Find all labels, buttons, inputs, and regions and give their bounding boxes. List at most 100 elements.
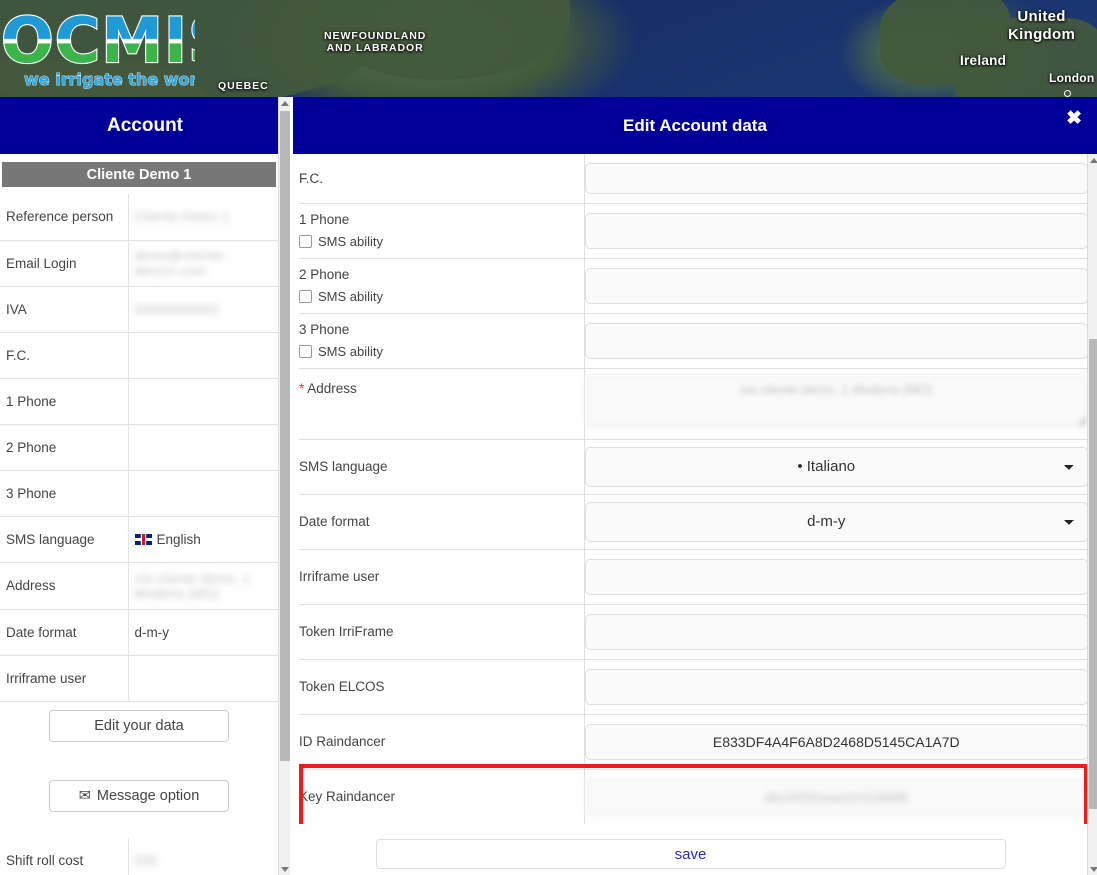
field-label: 3 Phone SMS ability: [299, 313, 585, 368]
modal-scrollbar[interactable]: [1087, 154, 1097, 875]
form-row-irriframe-user: Irriframe user: [299, 549, 1087, 604]
checkbox-icon[interactable]: [299, 345, 312, 358]
field-label-text: 2 Phone: [299, 267, 350, 282]
required-asterisk: *: [299, 380, 305, 396]
app-root: NEWFOUNDLAND AND LABRADOR QUEBEC United …: [0, 0, 1097, 875]
form-row-phone2: 2 Phone SMS ability: [299, 258, 1087, 313]
sidebar-scrollbar[interactable]: [278, 97, 291, 875]
map-label-london: London: [1049, 71, 1095, 85]
map-label-quebec: QUEBEC: [218, 80, 269, 92]
modal-scroll-up-button[interactable]: [1088, 154, 1097, 166]
uk-flag-icon: [134, 533, 152, 545]
table-row: IVA 00000000000: [0, 286, 278, 332]
row-label: SMS language: [0, 516, 129, 562]
row-value: d-m-y: [134, 624, 170, 640]
sms-language-value: English: [156, 531, 201, 547]
field-cell: [584, 154, 1087, 203]
row-label: Email Login: [0, 240, 129, 286]
field-label: Irriframe user: [299, 549, 585, 604]
checkbox-icon[interactable]: [299, 290, 312, 303]
sms-ability-label: SMS ability: [318, 289, 384, 304]
table-row: 3 Phone: [0, 470, 278, 516]
field-label: Date format: [299, 494, 585, 549]
field-label: SMS language: [299, 439, 585, 494]
row-value: 00000000000: [134, 301, 219, 317]
modal-form-scroll-area[interactable]: F.C. 1 Phone SMS ability 2 Phone SMS abi…: [299, 154, 1088, 824]
chevron-up-icon: [281, 100, 289, 106]
form-row-token-irriframe: Token IrriFrame: [299, 604, 1087, 659]
phone1-input[interactable]: [584, 212, 1087, 249]
ocmis-logo[interactable]: OCMIS we irrigate the world: [0, 2, 234, 97]
field-label: F.C.: [299, 154, 585, 203]
message-option-label: Message option: [96, 787, 200, 804]
address-textarea[interactable]: via cliente demo, 1 Modena (MO): [584, 375, 1087, 427]
ocmis-logo-svg: OCMIS we irrigate the world: [0, 3, 234, 89]
field-label: Token ELCOS: [299, 659, 585, 714]
edit-your-data-button[interactable]: Edit your data: [49, 709, 229, 742]
account-sidebar: Account Cliente Demo 1 Reference person …: [0, 97, 291, 875]
row-value: [128, 655, 278, 701]
form-row-date-format: Date format d-m-y: [299, 494, 1087, 549]
modal-title: Edit Account data: [623, 115, 767, 135]
form-row-phone1: 1 Phone SMS ability: [299, 203, 1087, 258]
row-label: 2 Phone: [0, 424, 129, 470]
sms-language-select[interactable]: • Italiano: [584, 446, 1087, 487]
sms-ability-checkbox-row-3[interactable]: SMS ability: [299, 344, 584, 359]
field-cell: [584, 604, 1087, 659]
row-label: Address: [0, 562, 129, 609]
token-elcos-input[interactable]: [584, 668, 1087, 705]
row-label: Reference person: [0, 194, 129, 240]
row-label: Shift roll cost: [0, 837, 129, 875]
field-cell: [584, 659, 1087, 714]
field-cell: [584, 769, 1087, 824]
field-label: Key Raindancer: [299, 769, 585, 824]
date-format-select[interactable]: d-m-y: [584, 501, 1087, 542]
field-cell: [584, 714, 1087, 769]
close-icon[interactable]: ✖: [1066, 109, 1082, 128]
account-extra-table: Shift roll cost 000: [0, 837, 278, 875]
row-value: [128, 424, 278, 470]
client-name-bar: Cliente Demo 1: [2, 162, 276, 187]
row-label: Irriframe user: [0, 655, 129, 701]
save-button[interactable]: save: [375, 839, 1006, 869]
field-cell: d-m-y: [584, 494, 1087, 549]
field-label-text: 3 Phone: [299, 322, 350, 337]
modal-scroll-down-button[interactable]: [1088, 863, 1097, 875]
sidebar-spacer: [0, 819, 278, 838]
irriframe-user-input[interactable]: [584, 558, 1087, 595]
phone3-input[interactable]: [584, 322, 1087, 359]
key-raindancer-input[interactable]: [584, 778, 1087, 815]
table-row: Date format d-m-y: [0, 609, 278, 655]
checkbox-icon[interactable]: [299, 235, 312, 248]
chevron-up-icon: [1090, 157, 1097, 163]
sidebar-spacer: [0, 749, 278, 772]
table-row: 1 Phone: [0, 378, 278, 424]
sms-ability-checkbox-row-1[interactable]: SMS ability: [299, 234, 584, 249]
message-option-button[interactable]: ✉ Message option: [49, 779, 229, 812]
row-label: Date format: [0, 609, 129, 655]
field-label-text: Address: [307, 380, 357, 396]
field-label: Token IrriFrame: [299, 604, 585, 659]
map-marker-london: [1064, 90, 1071, 97]
form-row-key-raindancer: Key Raindancer: [299, 769, 1087, 824]
sidebar-scrollbar-thumb[interactable]: [280, 111, 290, 761]
field-label: ID Raindancer: [299, 714, 585, 769]
form-row-sms-language: SMS language • Italiano: [299, 439, 1087, 494]
sidebar-title: Account: [0, 97, 290, 154]
ocmis-tagline: we irrigate the world: [24, 70, 195, 89]
form-row-id-raindancer: ID Raindancer: [299, 714, 1087, 769]
field-cell: • Italiano: [584, 439, 1087, 494]
sms-ability-checkbox-row-2[interactable]: SMS ability: [299, 289, 584, 304]
envelope-icon: ✉: [78, 787, 91, 804]
edit-account-modal: Edit Account data ✖ F.C. 1 Phone SMS abi…: [290, 97, 1097, 875]
modal-body: F.C. 1 Phone SMS ability 2 Phone SMS abi…: [293, 154, 1097, 875]
modal-scrollbar-thumb[interactable]: [1089, 339, 1097, 809]
sidebar-scroll-area[interactable]: Cliente Demo 1 Reference person Cliente …: [0, 154, 278, 875]
id-raindancer-input[interactable]: [584, 723, 1087, 760]
row-value: Cliente Demo 1: [134, 209, 230, 225]
svg-text:OCMIS: OCMIS: [1, 4, 195, 77]
phone2-input[interactable]: [584, 267, 1087, 304]
token-irriframe-input[interactable]: [584, 613, 1087, 650]
fc-input[interactable]: [584, 162, 1087, 194]
field-cell: [584, 203, 1087, 258]
